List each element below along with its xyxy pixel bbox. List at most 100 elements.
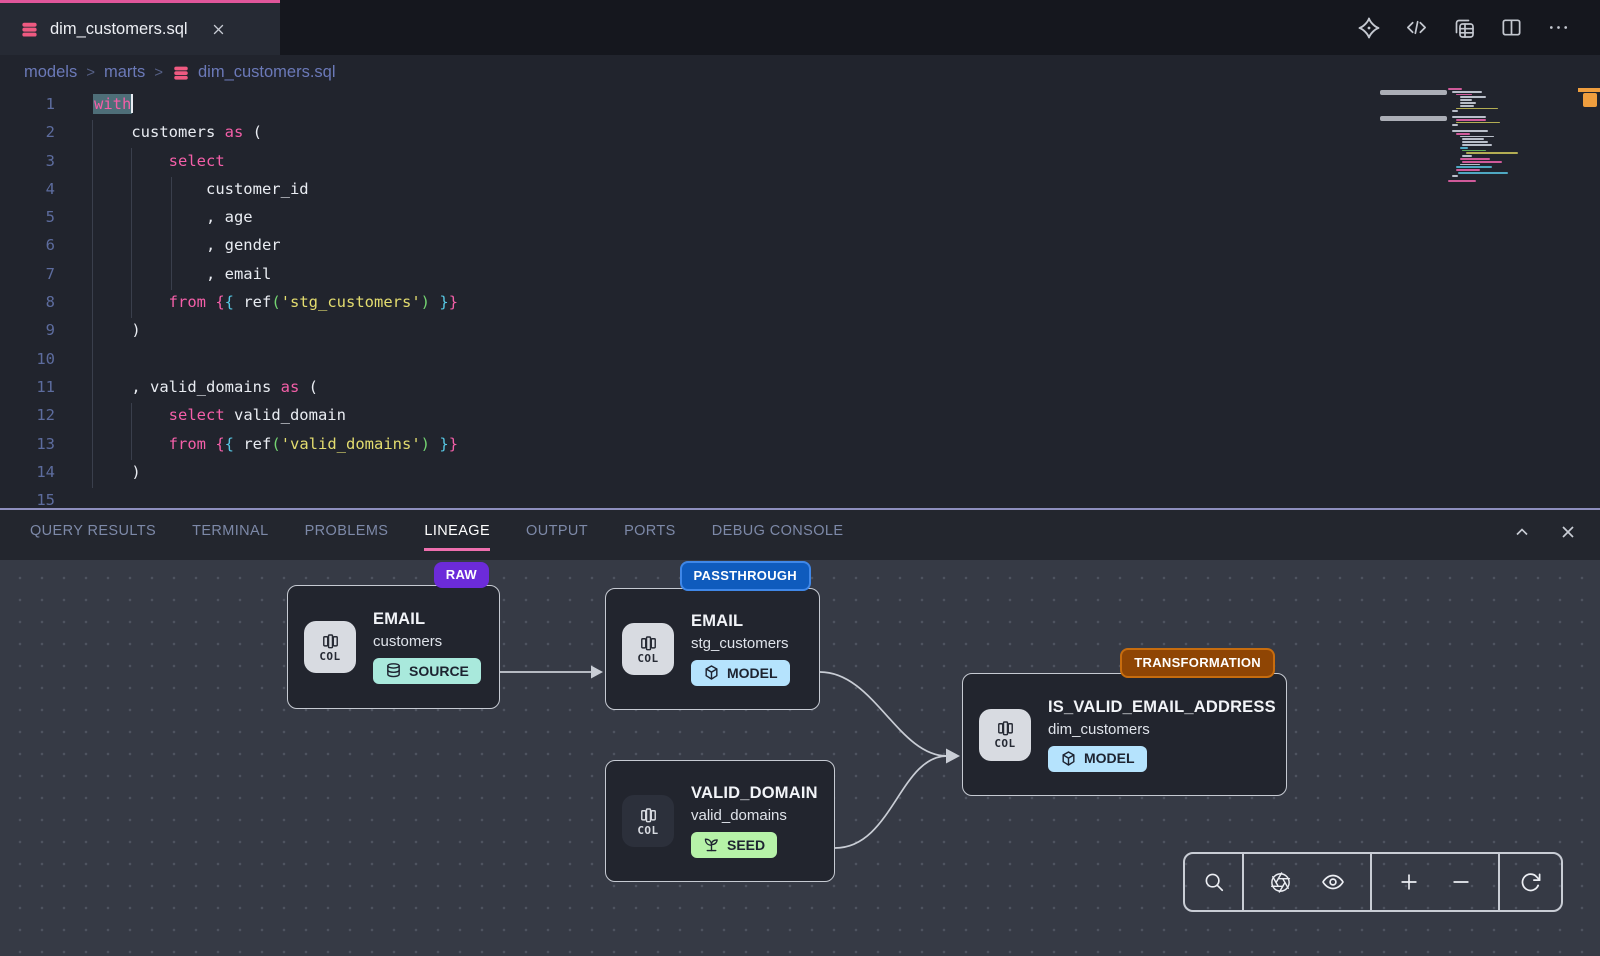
refresh-icon[interactable]	[1515, 867, 1546, 898]
line-number: 9	[0, 316, 55, 344]
lineage-toolbar	[1183, 852, 1563, 912]
panel-tab-output[interactable]: OUTPUT	[526, 523, 588, 548]
resource-type-badge-seed[interactable]: SEED	[691, 832, 777, 858]
chevron-up-icon[interactable]	[1512, 522, 1532, 542]
scrollbar-marker[interactable]	[1583, 93, 1597, 107]
code-line[interactable]: 6 , gender	[0, 231, 1600, 259]
panel-tab-terminal[interactable]: TERMINAL	[192, 523, 269, 548]
breadcrumb-separator: >	[86, 64, 95, 81]
panel-tab-lineage[interactable]: LINEAGE	[424, 523, 490, 551]
lineage-node-valid_domains[interactable]: COLVALID_DOMAINvalid_domainsSEED	[605, 760, 835, 882]
code-line[interactable]: 14 )	[0, 458, 1600, 486]
column-chip: COL	[622, 795, 674, 847]
code-line[interactable]: 5 , age	[0, 203, 1600, 231]
tab-close-icon[interactable]	[211, 22, 226, 37]
column-chip-label: COL	[637, 652, 658, 665]
toolbar-group	[1185, 854, 1244, 910]
scrollbar-marker-line	[1578, 88, 1600, 92]
eye-icon[interactable]	[1317, 866, 1349, 898]
line-number: 6	[0, 231, 55, 259]
lineage-tag-raw: RAW	[434, 562, 489, 588]
code-line[interactable]: 7 , email	[0, 260, 1600, 288]
cube-icon	[703, 664, 720, 681]
line-number: 3	[0, 147, 55, 175]
resource-type-badge-model[interactable]: MODEL	[1048, 746, 1147, 772]
minimap[interactable]	[1448, 88, 1548, 183]
breadcrumb-item[interactable]: models	[24, 63, 77, 82]
lineage-node-customers[interactable]: RAWCOLEMAILcustomersSOURCE	[287, 585, 500, 709]
columns-icon	[996, 719, 1015, 738]
more-icon[interactable]	[1547, 16, 1570, 39]
code-content: with	[55, 90, 133, 118]
overview-ruler-mark	[1380, 116, 1447, 121]
indent-guide	[131, 148, 132, 318]
code-content: select valid_domain	[55, 401, 346, 429]
columns-icon	[639, 634, 658, 653]
indent-guide	[131, 403, 132, 460]
line-number: 8	[0, 288, 55, 316]
code-line[interactable]: 3 select	[0, 147, 1600, 175]
columns-icon	[639, 806, 658, 825]
resource-type-label: MODEL	[727, 665, 778, 681]
breadcrumb-item[interactable]: marts	[104, 63, 145, 82]
lineage-canvas[interactable]: RAWCOLEMAILcustomersSOURCEPASSTHROUGHCOL…	[0, 560, 1600, 956]
code-line[interactable]: 4 customer_id	[0, 175, 1600, 203]
code-line[interactable]: 1with	[0, 90, 1600, 118]
copy-grid-icon[interactable]	[1452, 16, 1476, 40]
dbt-logo-icon[interactable]	[1357, 16, 1381, 40]
split-editor-icon[interactable]	[1500, 16, 1523, 39]
zoom-in-icon[interactable]	[1394, 867, 1424, 897]
breadcrumb-label: marts	[104, 63, 145, 81]
lineage-node-dim_customers[interactable]: TRANSFORMATIONCOLIS_VALID_EMAIL_ADDRESSd…	[962, 673, 1287, 796]
node-column-name: EMAIL	[373, 610, 481, 629]
code-content: select	[55, 147, 225, 175]
line-number: 2	[0, 118, 55, 146]
seedling-icon	[703, 836, 720, 853]
panel-tab-problems[interactable]: PROBLEMS	[305, 523, 389, 548]
resource-type-label: SOURCE	[409, 663, 469, 679]
code-content: )	[55, 316, 141, 344]
breadcrumb-label: dim_customers.sql	[198, 63, 336, 82]
tab-dim-customers-sql[interactable]: dim_customers.sql	[0, 0, 280, 55]
search-icon[interactable]	[1199, 867, 1229, 897]
code-content: from {{ ref('stg_customers') }}	[55, 288, 458, 316]
code-line[interactable]: 8 from {{ ref('stg_customers') }}	[0, 288, 1600, 316]
code-line[interactable]: 15	[0, 486, 1600, 508]
column-chip: COL	[979, 709, 1031, 761]
lineage-node-stg_customers[interactable]: PASSTHROUGHCOLEMAILstg_customersMODEL	[605, 588, 820, 710]
panel-tab-debug-console[interactable]: DEBUG CONSOLE	[712, 523, 844, 548]
indent-guide	[171, 177, 172, 290]
code-line[interactable]: 10	[0, 345, 1600, 373]
line-number: 12	[0, 401, 55, 429]
code-line[interactable]: 11 , valid_domains as (	[0, 373, 1600, 401]
breadcrumb-label: models	[24, 63, 77, 81]
overview-ruler-mark	[1380, 90, 1447, 95]
close-panel-icon[interactable]	[1558, 522, 1578, 542]
cube-icon	[1060, 750, 1077, 767]
breadcrumb-item[interactable]: dim_customers.sql	[172, 63, 336, 82]
aperture-icon[interactable]	[1265, 867, 1296, 898]
zoom-out-icon[interactable]	[1446, 867, 1476, 897]
node-model-name: stg_customers	[691, 635, 790, 652]
resource-type-badge-source[interactable]: SOURCE	[373, 658, 481, 684]
code-line[interactable]: 12 select valid_domain	[0, 401, 1600, 429]
code-icon[interactable]	[1405, 16, 1428, 39]
code-lines: 1with2 customers as (3 select4 customer_…	[0, 90, 1600, 508]
line-number: 11	[0, 373, 55, 401]
panel-tab-query-results[interactable]: QUERY RESULTS	[30, 523, 156, 548]
code-editor[interactable]: 1with2 customers as (3 select4 customer_…	[0, 90, 1600, 508]
code-line[interactable]: 2 customers as (	[0, 118, 1600, 146]
code-content: from {{ ref('valid_domains') }}	[55, 430, 458, 458]
code-line[interactable]: 13 from {{ ref('valid_domains') }}	[0, 430, 1600, 458]
toolbar-group	[1372, 854, 1500, 910]
column-chip-label: COL	[994, 737, 1015, 750]
panel-actions	[1512, 522, 1578, 542]
columns-icon	[321, 632, 340, 651]
node-model-name: valid_domains	[691, 807, 818, 824]
resource-type-badge-model[interactable]: MODEL	[691, 660, 790, 686]
line-number: 5	[0, 203, 55, 231]
app-window: dim_customers.sql models>marts>dim_custo…	[0, 0, 1600, 956]
code-line[interactable]: 9 )	[0, 316, 1600, 344]
database-icon	[172, 64, 190, 82]
panel-tab-ports[interactable]: PORTS	[624, 523, 676, 548]
